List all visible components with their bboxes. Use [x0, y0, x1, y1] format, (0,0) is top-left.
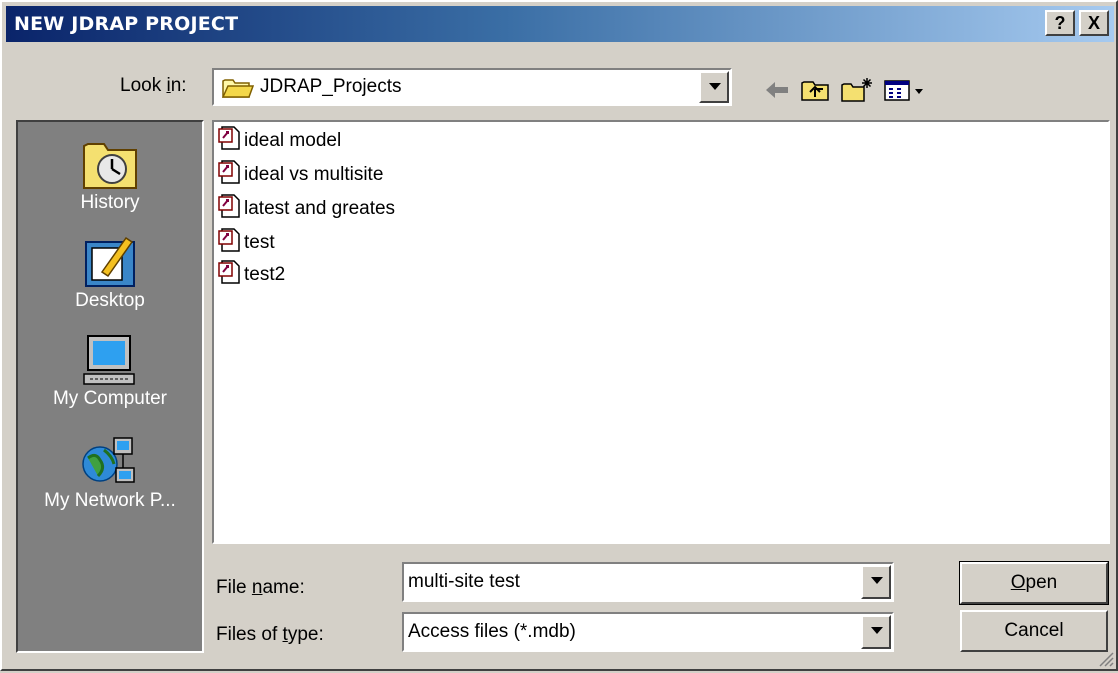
list-item[interactable]: ideal model [218, 126, 341, 156]
close-button[interactable]: X [1079, 10, 1109, 36]
open-button[interactable]: Open [959, 561, 1109, 605]
file-type-value: Access files (*.mdb) [408, 621, 576, 642]
view-menu-icon[interactable] [882, 76, 932, 104]
file-type-label: Files of type: [216, 624, 324, 645]
open-dialog: NEW JDRAP PROJECT ? X Look in: JDRAP_Pro… [0, 0, 1118, 671]
cancel-button[interactable]: Cancel [960, 610, 1108, 652]
title-bar[interactable]: NEW JDRAP PROJECT ? X [6, 6, 1114, 42]
file-list[interactable]: ideal model ideal vs multisite latest an… [212, 120, 1110, 544]
desktop-icon [78, 234, 142, 290]
my-computer-icon [78, 332, 142, 388]
place-history[interactable]: History [18, 136, 202, 214]
place-desktop[interactable]: Desktop [18, 234, 202, 312]
look-in-label: Look in: [120, 75, 187, 96]
help-button[interactable]: ? [1045, 10, 1075, 36]
file-name-dropdown-arrow[interactable] [861, 565, 891, 599]
file-name: latest and greates [244, 198, 396, 219]
place-label: My Computer [52, 388, 168, 409]
new-folder-icon[interactable] [840, 76, 874, 104]
window-title: NEW JDRAP PROJECT [14, 13, 239, 35]
up-folder-icon[interactable] [798, 76, 832, 104]
access-file-icon [218, 259, 242, 291]
file-type-dropdown-arrow[interactable] [861, 615, 891, 649]
look-in-dropdown-arrow[interactable] [699, 71, 729, 103]
access-file-icon [218, 193, 242, 225]
history-icon [78, 136, 142, 192]
list-item[interactable]: latest and greates [218, 194, 395, 224]
my-network-places-icon [78, 434, 142, 490]
resize-grip-icon[interactable] [1096, 649, 1114, 667]
list-item[interactable]: ideal vs multisite [218, 160, 383, 190]
list-item[interactable]: test [218, 228, 275, 258]
file-name-value: multi-site test [408, 571, 520, 592]
file-name: test2 [244, 264, 286, 285]
list-item[interactable]: test2 [218, 260, 285, 290]
file-name-input[interactable]: multi-site test [402, 562, 894, 602]
file-name: ideal model [244, 130, 342, 151]
access-file-icon [218, 227, 242, 259]
look-in-combo[interactable]: JDRAP_Projects [212, 68, 732, 106]
folder-icon [221, 77, 255, 105]
place-my-computer[interactable]: My Computer [18, 332, 202, 410]
look-in-value: JDRAP_Projects [260, 76, 402, 97]
file-type-select[interactable]: Access files (*.mdb) [402, 612, 894, 652]
place-label: History [80, 192, 140, 213]
back-icon[interactable] [760, 76, 794, 104]
file-name: test [244, 232, 275, 253]
file-name: ideal vs multisite [244, 164, 384, 185]
place-label: Desktop [75, 290, 145, 311]
access-file-icon [218, 159, 242, 191]
access-file-icon [218, 125, 242, 157]
places-bar: History Desktop My Computer My Network P… [16, 120, 204, 653]
place-my-network[interactable]: My Network P... [18, 434, 202, 512]
place-label: My Network P... [44, 490, 176, 511]
file-name-label: File name: [216, 577, 305, 598]
